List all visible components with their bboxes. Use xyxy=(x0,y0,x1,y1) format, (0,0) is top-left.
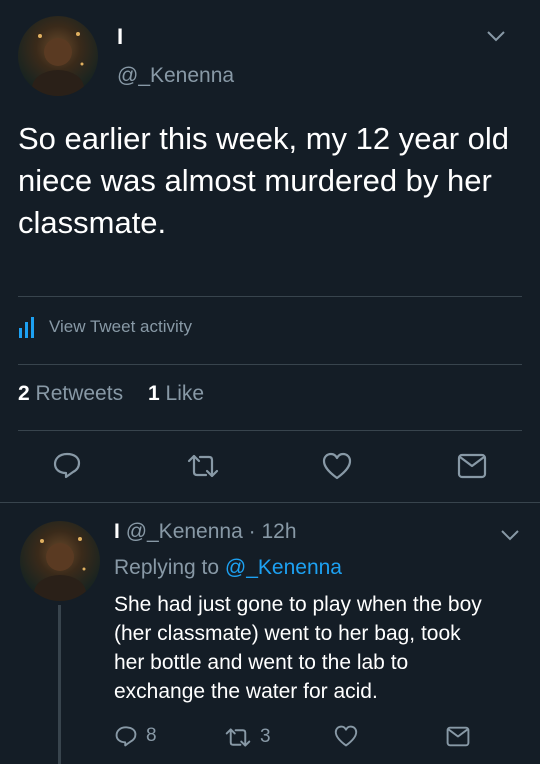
like-icon[interactable] xyxy=(322,452,352,480)
chevron-down-icon[interactable] xyxy=(486,30,506,42)
thread-line xyxy=(58,605,61,764)
reply-text-line: exchange the water for acid. xyxy=(114,680,378,703)
reply-text-line: (her classmate) went to her bag, took xyxy=(114,622,461,645)
chevron-down-icon[interactable] xyxy=(500,529,520,541)
reply-text-line: her bottle and went to the lab to xyxy=(114,651,409,674)
avatar[interactable] xyxy=(18,16,98,96)
retweet-action[interactable]: 3 xyxy=(224,726,271,748)
reply-text: She had just gone to play when the boy (… xyxy=(114,590,534,706)
like-count: 1 xyxy=(148,382,160,405)
reply-display-name: I xyxy=(114,520,120,543)
retweet-stats[interactable]: 2 Retweets xyxy=(18,382,123,406)
direct-message-icon[interactable] xyxy=(457,453,487,479)
retweet-icon[interactable] xyxy=(186,453,220,479)
divider xyxy=(18,364,522,365)
reply-icon[interactable] xyxy=(52,451,82,479)
like-stats[interactable]: 1 Like xyxy=(148,382,204,406)
reply-text-line: She had just gone to play when the boy xyxy=(114,593,482,616)
activity-bars-icon xyxy=(18,316,40,338)
retweet-count: 2 xyxy=(18,382,30,405)
replying-to-prefix: Replying to xyxy=(114,556,220,579)
divider xyxy=(18,430,522,431)
reply-handle: @_Kenenna xyxy=(125,520,243,543)
reply-action[interactable]: 8 xyxy=(114,725,157,747)
handle[interactable]: @_Kenenna xyxy=(117,64,234,88)
reply-separator: · xyxy=(248,520,256,543)
direct-message-icon[interactable] xyxy=(446,726,470,747)
replying-to-handle[interactable]: @_Kenenna xyxy=(225,556,342,579)
reply-header[interactable]: I @_Kenenna · 12h xyxy=(114,520,297,544)
retweet-count: 3 xyxy=(260,726,271,747)
tweet-text: So earlier this week, my 12 year old nie… xyxy=(18,121,510,240)
retweet-label: Retweets xyxy=(35,382,124,405)
view-tweet-activity[interactable]: View Tweet activity xyxy=(18,316,192,338)
reply-avatar[interactable] xyxy=(20,521,100,601)
reply-time: 12h xyxy=(261,520,297,543)
reply-icon xyxy=(114,725,138,747)
divider xyxy=(0,502,540,503)
retweet-icon xyxy=(224,727,252,748)
like-label: Like xyxy=(165,382,205,405)
reply-count: 8 xyxy=(146,725,157,746)
display-name[interactable]: I xyxy=(117,24,123,50)
like-icon[interactable] xyxy=(334,725,358,747)
replying-to: Replying to @_Kenenna xyxy=(114,556,342,580)
activity-label: View Tweet activity xyxy=(49,317,192,336)
divider xyxy=(18,296,522,297)
